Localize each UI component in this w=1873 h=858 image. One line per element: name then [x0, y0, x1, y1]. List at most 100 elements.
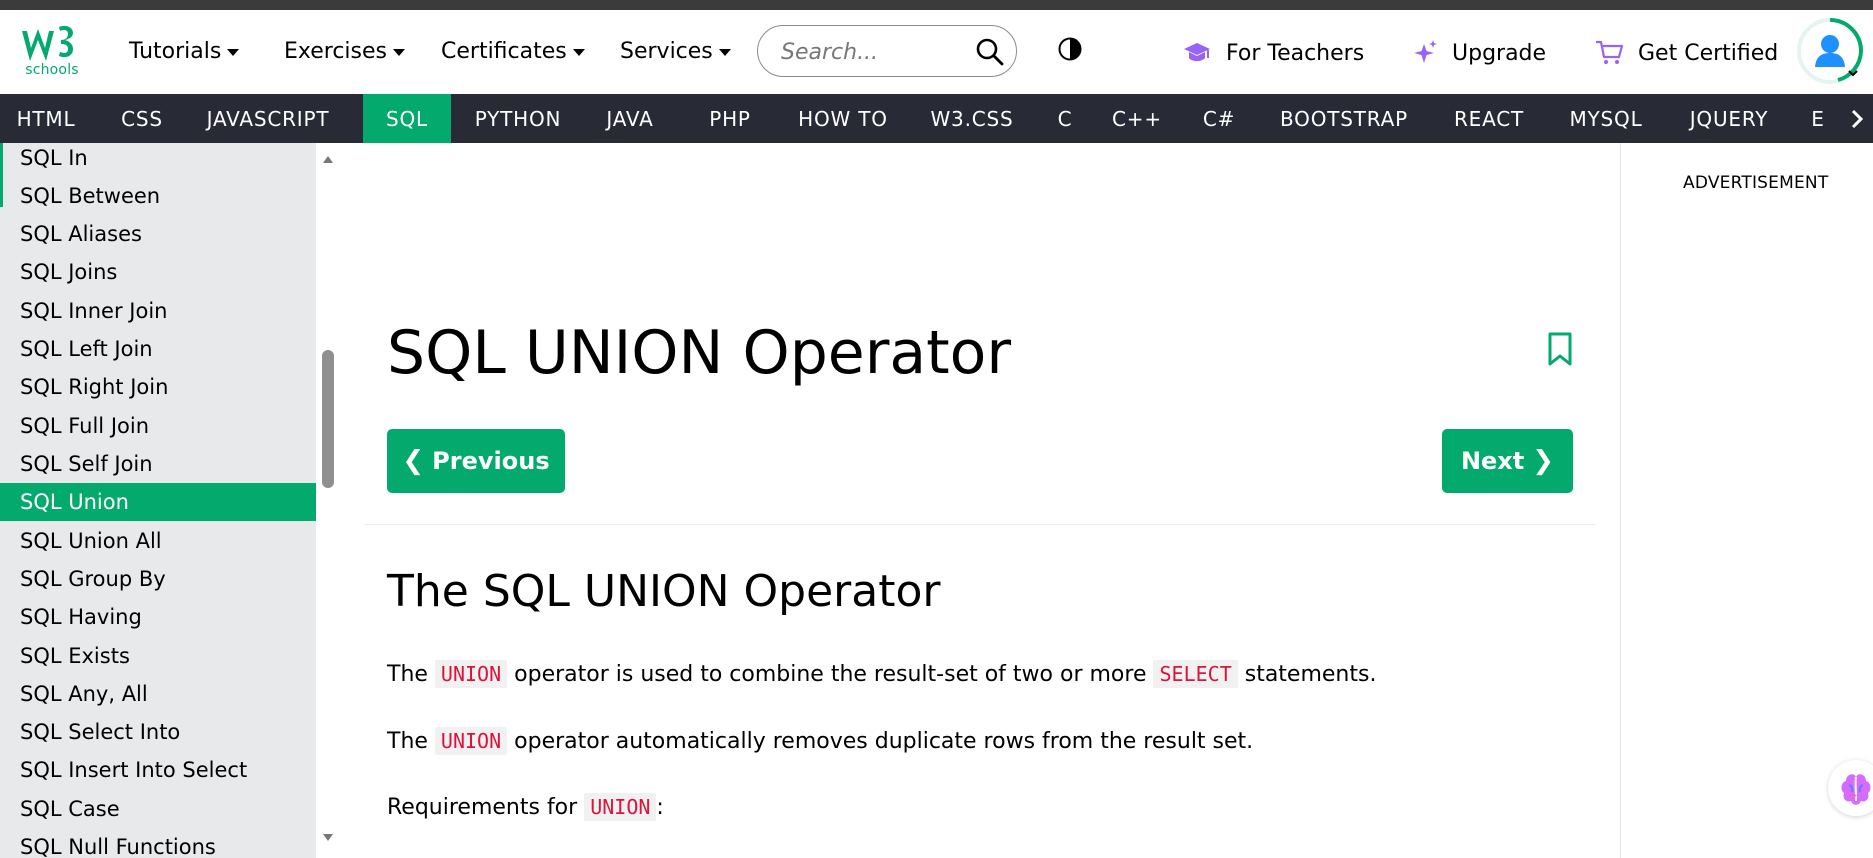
tab-javascript[interactable]: JAVASCRIPT: [189, 94, 347, 143]
chevron-left-icon: ❮: [402, 446, 425, 476]
code-union: UNION: [434, 660, 508, 688]
tab-mysql[interactable]: MYSQL: [1561, 94, 1651, 143]
sidebar-item-sql-joins[interactable]: SQL Joins: [0, 253, 316, 291]
tab-c[interactable]: C: [1047, 94, 1083, 143]
sidebar-item-sql-union[interactable]: SQL Union: [0, 483, 316, 521]
tab-css[interactable]: CSS: [99, 94, 185, 143]
sidebar-item-sql-insert-into-select[interactable]: SQL Insert Into Select: [0, 751, 316, 789]
sidebar-scrollbar[interactable]: [316, 143, 340, 858]
search-input[interactable]: [779, 35, 963, 69]
paragraph-text: operator automatically removes duplicate…: [514, 729, 1254, 754]
tab-react[interactable]: REACT: [1443, 94, 1535, 143]
paragraph-union-requirements: Requirements for UNION:: [387, 793, 664, 824]
sidebar-item-sql-left-join[interactable]: SQL Left Join: [0, 330, 316, 368]
tab-html[interactable]: HTML: [0, 94, 92, 143]
floating-brain-button[interactable]: [1828, 760, 1873, 816]
sidebar-item-sql-aliases[interactable]: SQL Aliases: [0, 215, 316, 253]
sidebar-item-sql-in[interactable]: SQL In: [0, 143, 316, 177]
tab-java[interactable]: JAVA: [590, 94, 670, 143]
sidebar-item-sql-self-join[interactable]: SQL Self Join: [0, 445, 316, 483]
tab-cpp[interactable]: C++: [1106, 94, 1168, 143]
contrast-icon[interactable]: [1058, 37, 1082, 61]
menu-services[interactable]: Services: [620, 36, 731, 66]
search-box[interactable]: [757, 25, 1017, 77]
tabs-right-arrow-icon[interactable]: [1840, 94, 1873, 143]
caret-down-icon: [718, 48, 731, 56]
sidebar-item-sql-right-join[interactable]: SQL Right Join: [0, 368, 316, 406]
tab-more[interactable]: E: [1806, 94, 1830, 143]
menu-exercises-label: Exercises: [284, 38, 388, 64]
tab-sql[interactable]: SQL: [363, 94, 451, 143]
upgrade-link[interactable]: Upgrade: [1412, 36, 1546, 70]
sidebar-item-sql-between[interactable]: SQL Between: [0, 177, 316, 215]
caret-down-icon: [572, 48, 585, 56]
paragraph-union-definition: The UNION operator is used to combine th…: [387, 660, 1376, 691]
for-teachers-link[interactable]: For Teachers: [1182, 36, 1364, 70]
paragraph-text: operator is used to combine the result-s…: [514, 662, 1147, 687]
paragraph-text: Requirements for: [387, 795, 578, 820]
menu-tutorials[interactable]: Tutorials: [129, 36, 240, 66]
sidebar-item-sql-inner-join[interactable]: SQL Inner Join: [0, 292, 316, 330]
tab-how-to[interactable]: HOW TO: [790, 94, 896, 143]
section-title: The SQL UNION Operator: [387, 566, 941, 617]
scroll-up-icon[interactable]: [321, 152, 335, 166]
advertisement-label: ADVERTISEMENT: [1683, 173, 1829, 193]
tab-jquery[interactable]: JQUERY: [1674, 94, 1784, 143]
brain-icon: [1841, 774, 1871, 805]
menu-tutorials-label: Tutorials: [129, 38, 222, 64]
logo-text: schools: [25, 62, 79, 78]
top-browser-stripe: [0, 0, 1873, 10]
sidebar-item-sql-group-by[interactable]: SQL Group By: [0, 560, 316, 598]
caret-down-icon: [227, 48, 240, 56]
sidebar-item-sql-select-into[interactable]: SQL Select Into: [0, 713, 316, 751]
sparkle-icon: [1414, 40, 1437, 63]
ad-column-divider: [1620, 143, 1621, 858]
caret-down-icon: [393, 48, 406, 56]
next-button[interactable]: Next ❯: [1442, 429, 1573, 493]
tab-w3css[interactable]: W3.CSS: [918, 94, 1026, 143]
user-avatar-icon[interactable]: [1795, 16, 1865, 86]
chevron-right-icon: ❯: [1532, 446, 1555, 476]
chevron-right-icon: [1851, 109, 1863, 128]
top-navigation: schools Tutorials Exercises Certificates…: [0, 10, 1873, 94]
graduation-cap-icon: [1184, 43, 1210, 61]
paragraph-union-duplicates: The UNION operator automatically removes…: [387, 727, 1253, 758]
for-teachers-label: For Teachers: [1226, 40, 1365, 66]
upgrade-label: Upgrade: [1452, 40, 1547, 66]
menu-exercises[interactable]: Exercises: [284, 36, 406, 66]
bookmark-icon[interactable]: [1545, 331, 1575, 367]
language-tabs: HTML CSS JAVASCRIPT SQL PYTHON JAVA PHP …: [0, 94, 1873, 143]
menu-services-label: Services: [620, 38, 713, 64]
sidebar-item-sql-any-all[interactable]: SQL Any, All: [0, 675, 316, 713]
paragraph-text: statements.: [1244, 662, 1377, 687]
menu-certificates-label: Certificates: [441, 38, 567, 64]
tab-bootstrap[interactable]: BOOTSTRAP: [1270, 94, 1418, 143]
get-certified-label: Get Certified: [1638, 40, 1779, 66]
search-icon[interactable]: [975, 37, 1005, 67]
main-content: SQL UNION Operator ❮ Previous Next ❯ The…: [340, 143, 1620, 858]
sql-sidebar: SQL In SQL Between SQL Aliases SQL Joins…: [0, 143, 316, 858]
sidebar-item-sql-having[interactable]: SQL Having: [0, 598, 316, 636]
section-divider: [364, 524, 1596, 525]
menu-certificates[interactable]: Certificates: [441, 36, 585, 66]
paragraph-text: :: [656, 795, 664, 820]
page: schools Tutorials Exercises Certificates…: [0, 0, 1873, 858]
sidebar-item-sql-null-functions[interactable]: SQL Null Functions: [0, 828, 316, 858]
code-union: UNION: [584, 793, 657, 821]
scroll-down-icon[interactable]: [321, 831, 335, 845]
paragraph-text: The: [387, 729, 428, 754]
scrollbar-thumb[interactable]: [322, 350, 334, 488]
get-certified-link[interactable]: Get Certified: [1594, 36, 1778, 70]
sidebar-item-sql-exists[interactable]: SQL Exists: [0, 637, 316, 675]
sidebar-item-sql-full-join[interactable]: SQL Full Join: [0, 407, 316, 445]
tab-csharp[interactable]: C#: [1192, 94, 1246, 143]
sidebar-item-sql-case[interactable]: SQL Case: [0, 790, 316, 828]
tab-python[interactable]: PYTHON: [465, 94, 571, 143]
next-label: Next: [1460, 447, 1525, 475]
tab-php[interactable]: PHP: [694, 94, 766, 143]
paragraph-text: The: [387, 662, 428, 687]
sidebar-item-sql-union-all[interactable]: SQL Union All: [0, 522, 316, 560]
page-title: SQL UNION Operator: [387, 318, 1012, 388]
previous-button[interactable]: ❮ Previous: [387, 429, 565, 493]
cart-icon: [1596, 40, 1624, 64]
